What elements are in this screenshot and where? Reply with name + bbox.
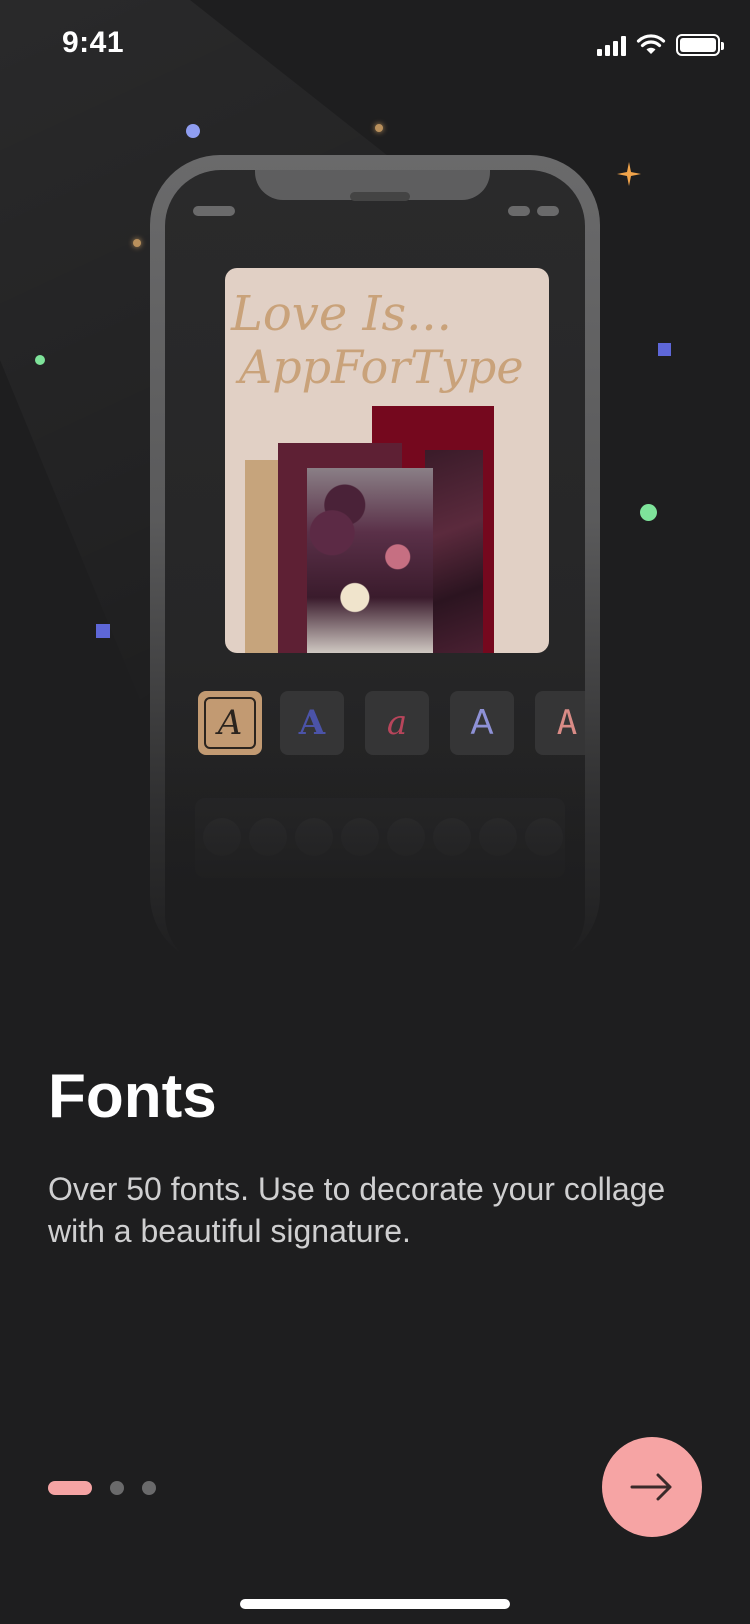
page-dot-active — [48, 1481, 92, 1495]
onboarding-title: Fonts — [48, 1062, 217, 1131]
confetti-dot — [640, 504, 657, 521]
page-dot — [142, 1481, 156, 1495]
sparkle-icon — [617, 162, 641, 186]
collage-text-line2: AppForType — [239, 340, 524, 394]
status-pill — [508, 206, 530, 216]
font-option[interactable]: A — [198, 691, 262, 755]
phone-mockup: Love Is... AppForType A A a A A — [150, 155, 600, 970]
status-time: 9:41 — [62, 26, 125, 59]
font-option-glyph: A — [556, 703, 578, 743]
arrow-right-icon — [630, 1473, 672, 1501]
font-option-glyph: a — [386, 703, 408, 743]
font-option[interactable]: a — [365, 691, 429, 755]
status-icons — [597, 32, 724, 58]
collage-text-line1: Love Is... — [231, 286, 452, 342]
phone-screen: Love Is... AppForType A A a A A — [165, 170, 585, 970]
phone-speaker — [350, 192, 410, 201]
confetti-dot — [35, 355, 45, 365]
status-pill — [537, 206, 559, 216]
home-indicator[interactable] — [240, 1599, 510, 1609]
font-option[interactable]: A — [280, 691, 344, 755]
screen-fade — [165, 760, 585, 970]
font-option-glyph: A — [298, 703, 326, 743]
battery-icon — [676, 34, 724, 56]
collage-layer — [425, 450, 483, 653]
collage-preview: Love Is... AppForType — [225, 268, 549, 653]
confetti-dot — [375, 124, 383, 132]
page-dot — [110, 1481, 124, 1495]
next-button[interactable] — [602, 1437, 702, 1537]
status-pill — [193, 206, 235, 216]
wifi-icon — [636, 34, 666, 54]
onboarding-description: Over 50 fonts. Use to decorate your coll… — [48, 1171, 666, 1249]
font-option[interactable]: A — [535, 691, 585, 755]
confetti-square — [96, 624, 110, 638]
font-option-glyph: A — [204, 697, 256, 749]
confetti-dot — [133, 239, 141, 247]
confetti-square — [658, 343, 671, 356]
cellular-signal-icon — [597, 34, 626, 56]
confetti-dot — [186, 124, 200, 138]
flower-photo — [307, 468, 433, 653]
font-option-glyph: A — [470, 703, 494, 743]
font-option[interactable]: A — [450, 691, 514, 755]
